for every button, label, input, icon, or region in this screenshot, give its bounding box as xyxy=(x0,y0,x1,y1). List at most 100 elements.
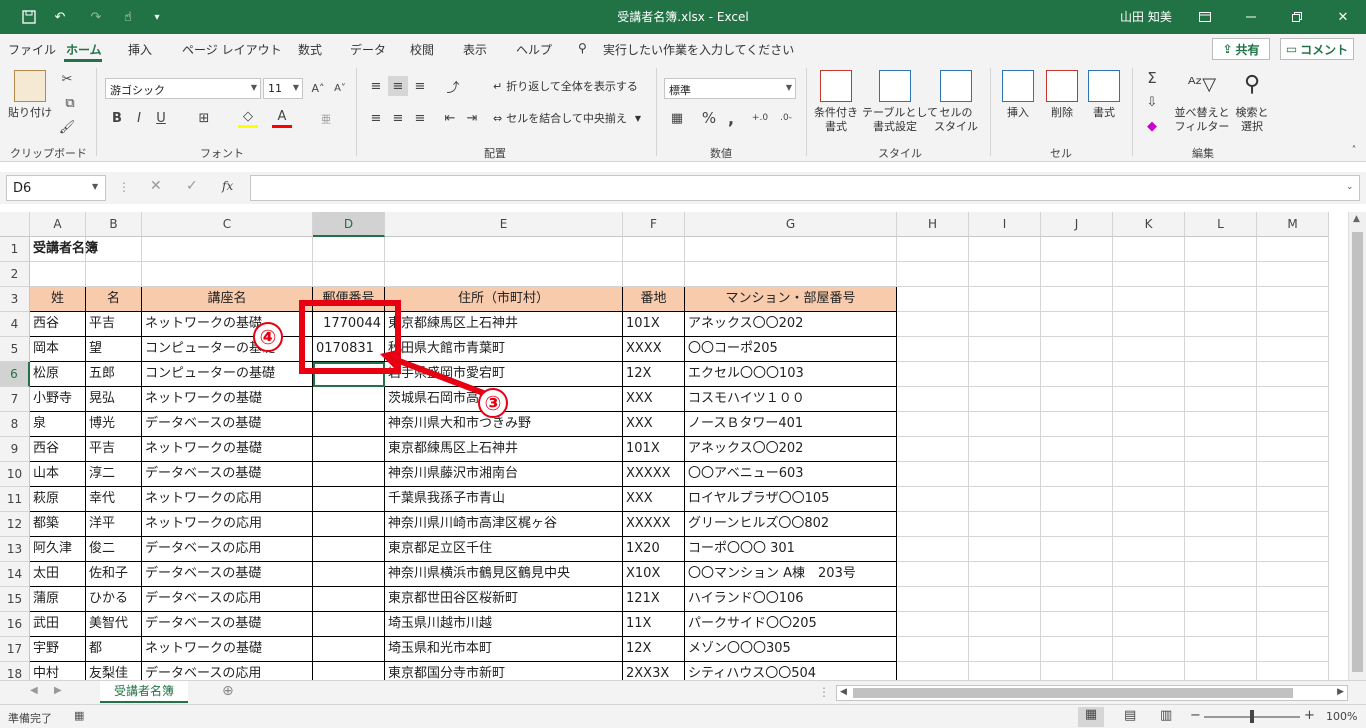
cell[interactable]: ネットワークの基礎 xyxy=(142,437,313,462)
cell[interactable] xyxy=(1185,612,1257,637)
cell[interactable] xyxy=(969,412,1041,437)
cell[interactable] xyxy=(1113,487,1185,512)
cell[interactable] xyxy=(1041,437,1113,462)
cell[interactable] xyxy=(1257,537,1329,562)
row-header[interactable]: 4 xyxy=(0,312,30,337)
cell[interactable]: XXX xyxy=(623,412,685,437)
decrease-indent-icon[interactable]: ⇤ xyxy=(440,108,460,128)
cell[interactable] xyxy=(1185,237,1257,262)
select-all-corner[interactable] xyxy=(0,212,30,237)
cell[interactable] xyxy=(1185,587,1257,612)
cell[interactable]: 小野寺 xyxy=(30,387,86,412)
cell[interactable] xyxy=(1113,562,1185,587)
tab-file[interactable]: ファイル xyxy=(8,41,56,58)
cell[interactable]: 番地 xyxy=(623,287,685,312)
cell[interactable] xyxy=(313,487,385,512)
font-name-combo[interactable]: 游ゴシック ▼ xyxy=(105,78,261,99)
align-top-icon[interactable]: ≡ xyxy=(366,76,386,96)
insert-function-icon[interactable]: fx xyxy=(222,179,233,193)
cell[interactable]: データベースの応用 xyxy=(142,662,313,680)
merge-center-button[interactable]: ⇔ セルを結合して中央揃え ▼ xyxy=(493,110,641,126)
cell-styles-button[interactable]: セルの スタイル xyxy=(930,70,982,134)
normal-view-icon[interactable]: ▦ xyxy=(1078,707,1104,727)
currency-icon[interactable]: ▦ xyxy=(666,108,688,128)
cell[interactable]: 西谷 xyxy=(30,312,86,337)
cell[interactable]: 郵便番号 xyxy=(313,287,385,312)
cell[interactable] xyxy=(1041,337,1113,362)
cell[interactable] xyxy=(897,387,969,412)
cell[interactable] xyxy=(1041,537,1113,562)
cell[interactable]: 住所（市町村） xyxy=(385,287,623,312)
cell[interactable] xyxy=(969,237,1041,262)
cell[interactable] xyxy=(313,562,385,587)
restore-icon[interactable] xyxy=(1274,0,1320,34)
cancel-entry-icon[interactable]: ✕ xyxy=(150,178,162,194)
cell[interactable] xyxy=(1113,587,1185,612)
cell[interactable] xyxy=(313,387,385,412)
cell[interactable] xyxy=(897,312,969,337)
cell[interactable]: 名 xyxy=(86,287,142,312)
cell[interactable]: 友梨佳 xyxy=(86,662,142,680)
cell[interactable] xyxy=(1185,462,1257,487)
row-header[interactable]: 6 xyxy=(0,362,30,387)
cell[interactable]: XXXX xyxy=(623,337,685,362)
cell[interactable]: コーポ〇〇〇 301 xyxy=(685,537,897,562)
tab-view[interactable]: 表示 xyxy=(463,41,487,58)
column-header[interactable]: G xyxy=(685,212,897,237)
clear-icon[interactable]: ◆ xyxy=(1140,116,1164,136)
cell[interactable]: 西谷 xyxy=(30,437,86,462)
expand-formula-icon[interactable]: ⌄ xyxy=(1346,182,1354,192)
cell[interactable] xyxy=(313,237,385,262)
cell[interactable] xyxy=(1113,362,1185,387)
cell[interactable] xyxy=(1185,512,1257,537)
cell[interactable]: 泉 xyxy=(30,412,86,437)
cell[interactable]: 晃弘 xyxy=(86,387,142,412)
cell[interactable] xyxy=(897,637,969,662)
copy-icon[interactable]: ⧉ xyxy=(58,94,82,112)
cell[interactable] xyxy=(1113,437,1185,462)
ribbon-display-icon[interactable] xyxy=(1182,0,1228,34)
cell[interactable] xyxy=(86,237,142,262)
cell[interactable] xyxy=(1185,437,1257,462)
cell[interactable] xyxy=(897,462,969,487)
cell[interactable] xyxy=(142,262,313,287)
cell[interactable] xyxy=(897,537,969,562)
cell[interactable] xyxy=(969,662,1041,680)
cell[interactable]: コンピューターの基礎 xyxy=(142,337,313,362)
cell[interactable]: 中村 xyxy=(30,662,86,680)
cell[interactable]: 美智代 xyxy=(86,612,142,637)
tab-page-layout[interactable]: ページ レイアウト xyxy=(182,41,282,58)
cell[interactable] xyxy=(1041,512,1113,537)
column-header[interactable]: M xyxy=(1257,212,1329,237)
zoom-slider-thumb[interactable] xyxy=(1250,710,1254,723)
cell[interactable]: ひかる xyxy=(86,587,142,612)
cell[interactable]: 東京都練馬区上石神井 xyxy=(385,312,623,337)
vertical-scroll-thumb[interactable] xyxy=(1352,232,1363,672)
cell[interactable]: 0170831 xyxy=(313,337,385,362)
cell[interactable] xyxy=(1041,562,1113,587)
cell[interactable] xyxy=(1257,387,1329,412)
cell[interactable] xyxy=(1257,637,1329,662)
cell[interactable]: 宇野 xyxy=(30,637,86,662)
cell[interactable] xyxy=(30,262,86,287)
cell[interactable]: データベースの応用 xyxy=(142,587,313,612)
percent-icon[interactable]: % xyxy=(700,108,718,128)
cell[interactable]: コンピューターの基礎 xyxy=(142,362,313,387)
macro-record-icon[interactable]: ▦ xyxy=(74,709,84,722)
cell[interactable]: 平吉 xyxy=(86,437,142,462)
cell[interactable] xyxy=(1041,312,1113,337)
cell[interactable] xyxy=(313,512,385,537)
prev-sheet-icon[interactable]: ◀ xyxy=(30,685,38,696)
row-header[interactable]: 9 xyxy=(0,437,30,462)
cell[interactable]: XXX xyxy=(623,387,685,412)
cell[interactable] xyxy=(685,237,897,262)
cell[interactable]: マンション・部屋番号 xyxy=(685,287,897,312)
cell[interactable] xyxy=(1185,287,1257,312)
cell[interactable]: 11X xyxy=(623,612,685,637)
cell[interactable] xyxy=(969,512,1041,537)
cell[interactable]: 姓 xyxy=(30,287,86,312)
cell[interactable]: 博光 xyxy=(86,412,142,437)
tab-split-icon[interactable]: ⋮ xyxy=(818,685,830,699)
cell[interactable] xyxy=(1185,562,1257,587)
cell[interactable] xyxy=(969,537,1041,562)
